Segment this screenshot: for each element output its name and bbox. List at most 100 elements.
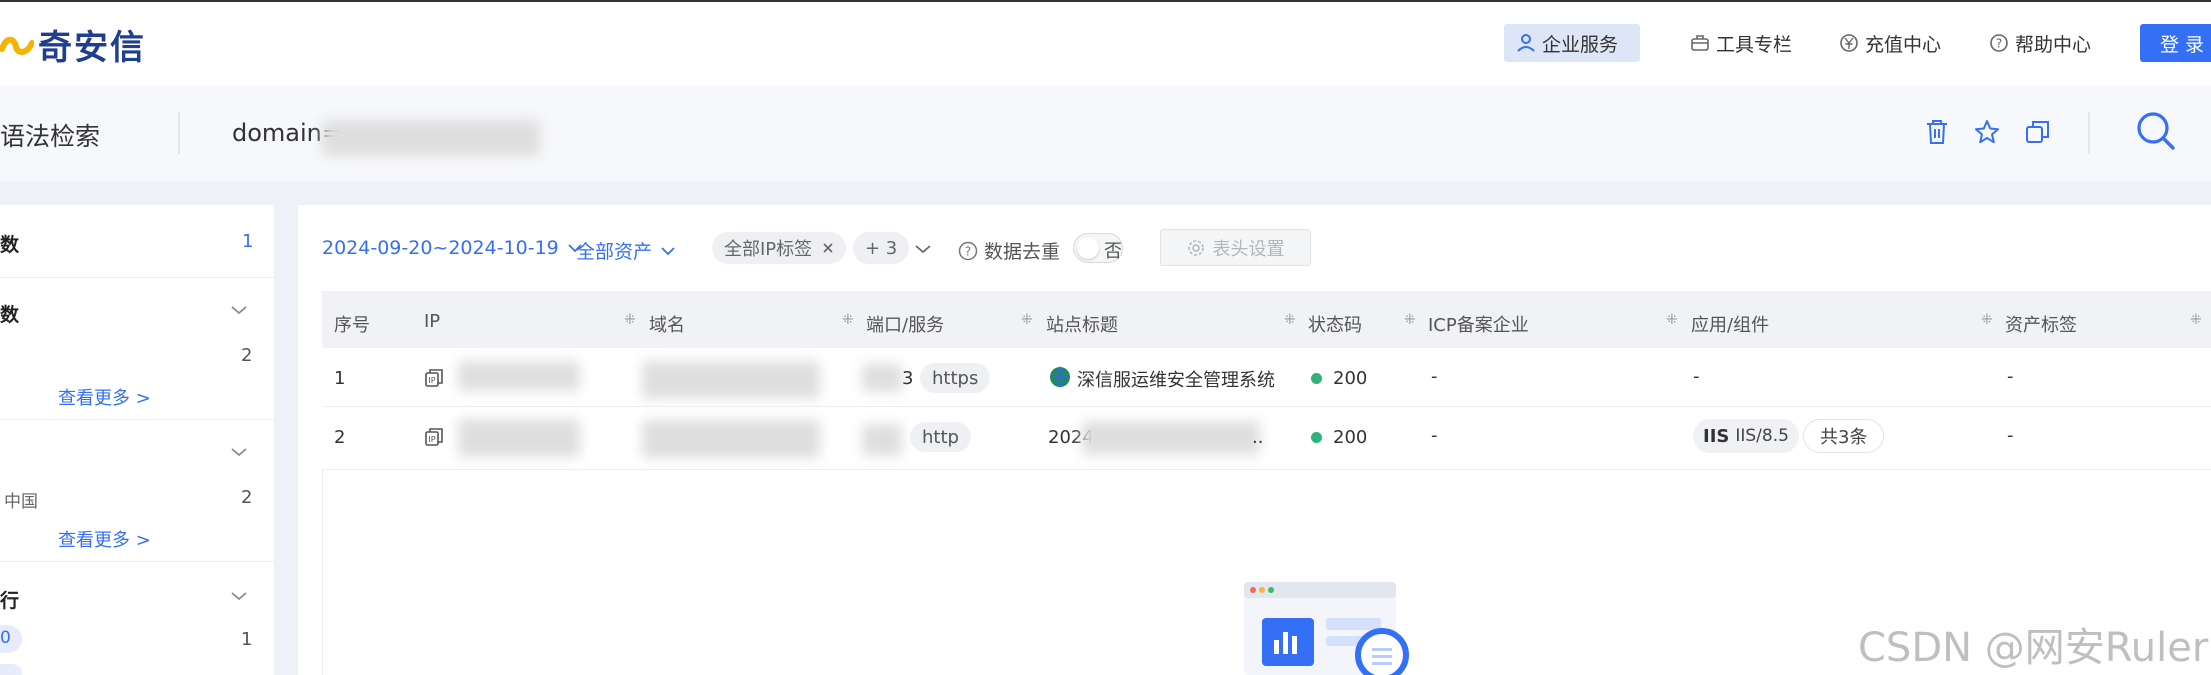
nav-recharge[interactable]: 充值中心 (1839, 24, 1941, 62)
divider (322, 469, 2211, 470)
nav-label: 企业服务 (1542, 33, 1619, 56)
tags-value: - (2007, 366, 2014, 387)
component-value: - (1693, 366, 1700, 387)
divider (178, 112, 180, 154)
qianxin-logo-icon (0, 29, 34, 59)
sidebar-section-title: 行 (0, 590, 20, 612)
row-index: 2 (334, 427, 346, 448)
sidebar-item-count: 1 (241, 629, 253, 650)
sidebar-section-title: 数 (0, 304, 20, 326)
svg-text:IP: IP (428, 376, 435, 385)
toggle-value: 否 (1104, 241, 1122, 262)
toggle-knob (1077, 237, 1099, 259)
svg-text:?: ? (965, 244, 971, 258)
login-button[interactable]: 登 录 (2140, 24, 2211, 62)
column-header-ip[interactable]: IP (424, 311, 440, 332)
chip-label: 全部IP标签 (724, 239, 813, 260)
chevron-down-icon[interactable] (230, 590, 248, 602)
ip-tag-chip[interactable]: 全部IP标签 (712, 232, 847, 264)
component-more-chip[interactable]: 共3条 (1803, 419, 1885, 453)
component-label: IIS/8.5 (1735, 426, 1789, 446)
column-resize-handle[interactable]: ⁜ (1981, 312, 1993, 328)
redacted-title (1082, 421, 1260, 455)
column-header-port-service[interactable]: 端口/服务 (866, 311, 944, 337)
toolbox-icon (1690, 33, 1710, 53)
site-title[interactable]: 深信服运维安全管理系统 (1077, 366, 1275, 392)
chevron-down-icon (660, 246, 676, 256)
column-header-index: 序号 (334, 315, 370, 336)
dedupe-label: 数据去重 (984, 241, 1061, 263)
help-icon[interactable]: ? (958, 241, 978, 261)
column-resize-handle[interactable]: ⁜ (1021, 312, 1033, 328)
tags-value: - (2007, 425, 2014, 446)
column-resize-handle[interactable]: ⁜ (1284, 312, 1296, 328)
date-range-value: 2024-09-20~2024-10-19 (322, 237, 559, 259)
header-settings-button[interactable]: 表头设置 (1160, 229, 1311, 266)
copy-icon[interactable] (2024, 118, 2052, 146)
nav-toolbox[interactable]: 工具专栏 (1690, 24, 1792, 62)
date-range-filter[interactable]: 2024-09-20~2024-10-19 (322, 237, 583, 259)
nav-enterprise-services[interactable]: 企业服务 (1504, 24, 1640, 62)
status-code: 200 (1333, 368, 1368, 389)
column-resize-handle[interactable]: ⁜ (624, 312, 636, 328)
redacted-ip (458, 361, 580, 391)
divider (2088, 112, 2090, 154)
sidebar-item-count: 2 (241, 345, 253, 366)
row-index: 1 (334, 368, 346, 389)
table-border (322, 470, 323, 675)
star-icon[interactable] (1973, 118, 2001, 146)
nav-label: 帮助中心 (2015, 33, 2092, 56)
sidebar-section-title: 数 (0, 234, 20, 256)
enterprise-icon (1516, 33, 1536, 53)
column-resize-handle[interactable]: ⁜ (1666, 312, 1678, 328)
trash-icon[interactable] (1924, 118, 1950, 146)
column-header-component[interactable]: 应用/组件 (1691, 311, 1769, 337)
ip-copy-icon[interactable]: IP (424, 427, 444, 447)
filter-sidebar (0, 205, 274, 675)
button-label: 表头设置 (1212, 238, 1285, 260)
column-header-site-title[interactable]: 站点标题 (1046, 311, 1118, 337)
column-resize-handle[interactable]: ⁜ (842, 312, 854, 328)
column-resize-handle[interactable]: ⁜ (2190, 312, 2202, 328)
nav-help[interactable]: ? 帮助中心 (1989, 24, 2091, 62)
sidebar-tag-pill[interactable] (0, 664, 22, 675)
table-header (322, 291, 2211, 348)
more-tags-chip[interactable]: + 3 (853, 232, 910, 264)
search-mode-label[interactable]: 语法检索 (0, 117, 100, 153)
redacted-domain (642, 361, 820, 399)
column-header-domain[interactable]: 域名 (649, 311, 685, 337)
service-chip[interactable]: https (920, 363, 991, 393)
logo-text: 奇安信 (38, 27, 146, 68)
icp-value: - (1431, 425, 1438, 446)
column-header-status[interactable]: 状态码 (1308, 311, 1362, 337)
see-more-link[interactable]: 查看更多 > (58, 526, 151, 552)
chevron-down-icon[interactable] (914, 243, 932, 255)
ip-copy-icon[interactable]: IP (424, 368, 444, 388)
close-icon[interactable] (822, 242, 834, 254)
column-header-icp[interactable]: ICP备案企业 (1428, 311, 1529, 337)
sidebar-item-label: 0 (0, 628, 11, 648)
divider (0, 419, 274, 420)
help-icon: ? (1989, 33, 2009, 53)
gear-icon (1187, 239, 1205, 257)
logo[interactable]: 奇安信 (0, 24, 146, 68)
svg-text:?: ? (1996, 37, 2002, 51)
redacted-ip (458, 419, 580, 457)
asset-scope-filter[interactable]: 全部资产 (576, 237, 676, 264)
component-chip[interactable]: IIS IIS/8.5 (1693, 419, 1799, 453)
nav-label: 工具专栏 (1716, 33, 1793, 56)
chevron-down-icon[interactable] (230, 446, 248, 458)
column-header-tags[interactable]: 资产标签 (2005, 311, 2077, 337)
status-code: 200 (1333, 427, 1368, 448)
column-resize-handle[interactable]: ⁜ (1404, 312, 1416, 328)
sidebar-item-label[interactable]: 中国 (4, 487, 38, 512)
redacted-domain (642, 420, 820, 458)
service-chip[interactable]: http (910, 422, 971, 452)
search-icon[interactable] (2135, 110, 2177, 152)
redacted-port (862, 364, 902, 392)
chevron-down-icon[interactable] (230, 304, 248, 316)
see-more-link[interactable]: 查看更多 > (58, 384, 151, 410)
sidebar-count[interactable]: 1 (242, 231, 253, 252)
sidebar-item-count: 2 (241, 487, 253, 508)
iis-logo: IIS (1703, 425, 1730, 447)
